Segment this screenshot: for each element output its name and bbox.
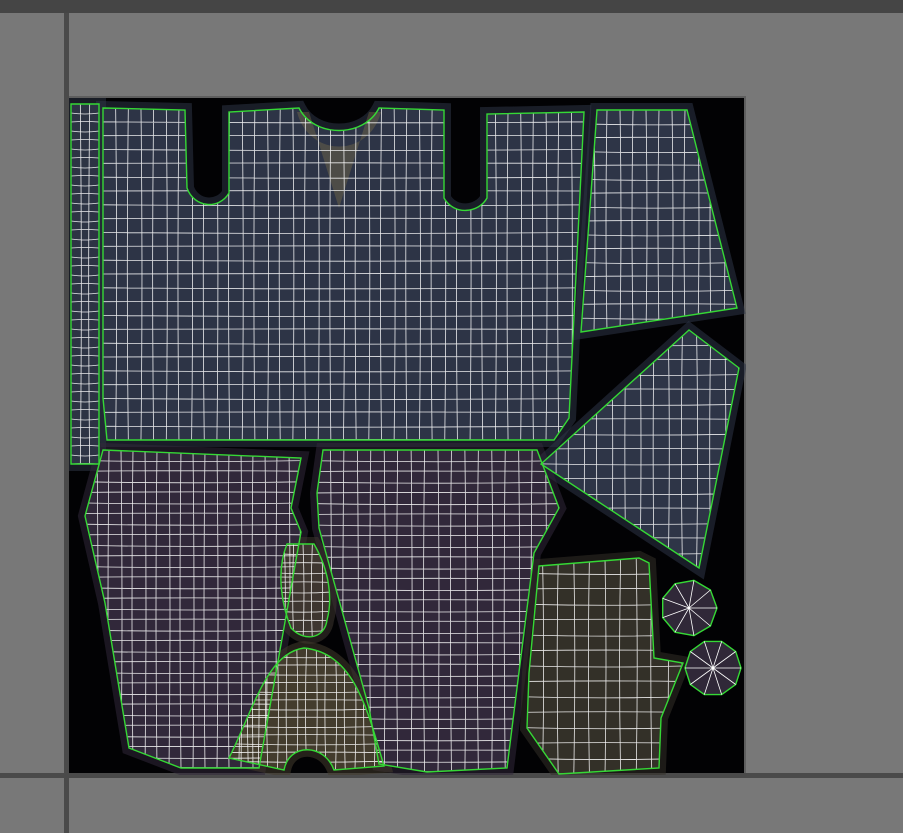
uv-layout-svg[interactable] (69, 98, 746, 775)
uv-texture-canvas[interactable] (69, 96, 746, 775)
editor-top-bar (0, 0, 903, 13)
